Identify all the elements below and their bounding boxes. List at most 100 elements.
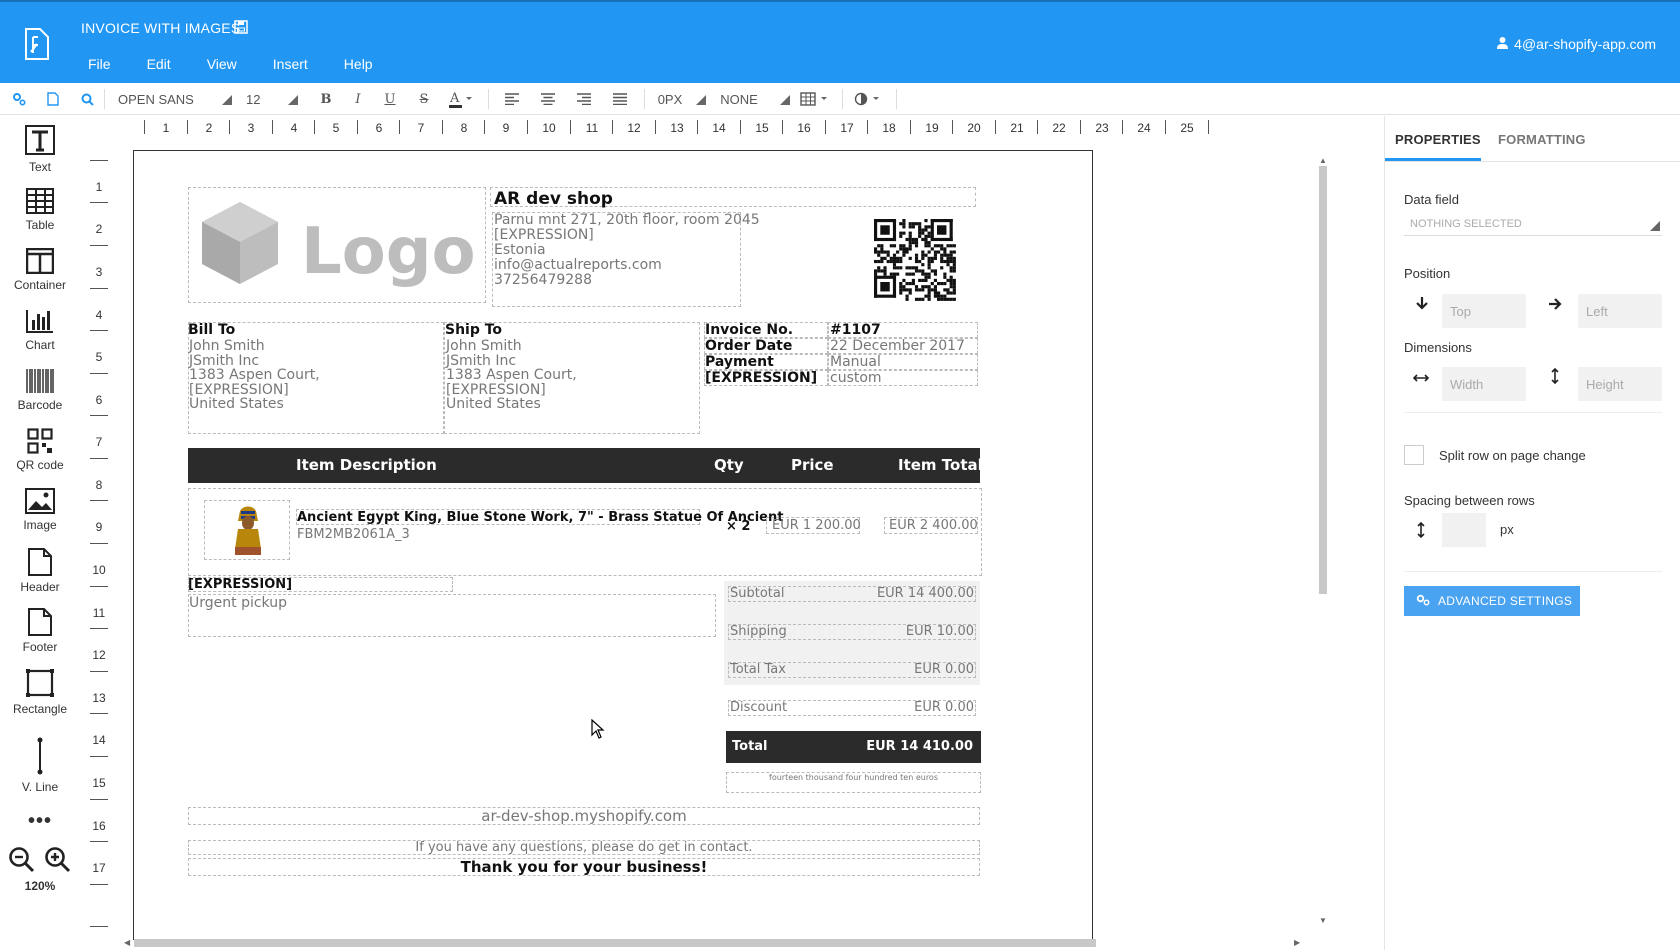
product-image[interactable] [204,500,290,560]
meta-value: 22 December 2017 [830,338,965,354]
ruler-tick [90,500,108,501]
advanced-settings-button[interactable]: ADVANCED SETTINGS [1404,586,1580,616]
address-line: JSmith Inc [189,352,260,369]
menu-help[interactable]: Help [344,56,373,72]
left-input[interactable]: Left [1578,294,1662,328]
tab-properties[interactable]: PROPERTIES [1395,132,1481,147]
tool-rectangle[interactable]: Rectangle [0,668,80,716]
total-value: EUR 14 400.00 [876,586,974,601]
width-input[interactable]: Width [1442,367,1526,401]
ruler-tick [1037,120,1038,134]
tool-barcode[interactable]: Barcode [0,368,80,412]
menu-insert[interactable]: Insert [273,56,308,72]
bold-icon[interactable]: B [316,83,336,115]
tool-container[interactable]: Container [0,248,80,292]
tool-table[interactable]: Table [0,188,80,232]
header-qty: Qty [714,456,744,474]
tool-qr-code[interactable]: QR code [0,428,80,472]
search-icon[interactable] [78,83,96,115]
zoom-level: 120% [24,879,56,893]
border-dropdown-icon[interactable] [780,95,790,105]
page-icon[interactable] [44,83,62,115]
grand-total-row[interactable]: Total EUR 14 410.00 [726,731,981,763]
logo-text: Logo [301,215,476,289]
border-select[interactable]: NONE [714,83,764,115]
user-email: 4@ar-shopify-app.com [1514,36,1656,52]
top-input[interactable]: Top [1442,294,1526,328]
padding-value: 0PX [657,91,683,107]
meta-value: Manual [830,354,881,370]
tool-text[interactable]: Text [0,124,80,174]
totals-table[interactable]: Subtotal EUR 14 400.00 Shipping EUR 10.00 To… [724,581,980,831]
menu-view[interactable]: View [207,56,237,72]
design-canvas[interactable]: Logo AR dev shop Parnu mnt 271, 20th flo… [124,150,1324,940]
ruler-tick [90,841,108,842]
padding-select[interactable]: 0PX [650,83,690,115]
font-family-select[interactable]: OPEN SANS [110,83,220,115]
ruler-tick [910,120,911,134]
zoom-out-icon[interactable] [8,846,36,878]
tool-image[interactable]: Image [0,488,80,532]
report-page[interactable]: Logo AR dev shop Parnu mnt 271, 20th flo… [133,150,1093,940]
vertical-scroll-thumb[interactable] [1319,166,1327,594]
advanced-settings-label: ADVANCED SETTINGS [1438,594,1573,608]
spacing-unit: px [1500,522,1514,537]
vertical-scrollbar[interactable]: ▲ ▼ [1318,156,1328,936]
zoom-in-icon[interactable] [44,846,72,878]
app-logo-icon[interactable] [16,24,56,64]
italic-icon[interactable]: I [348,83,368,115]
vertical-ruler: 1 2 3 4 5 6 7 8 9 10 11 12 13 14 15 16 17 [84,150,124,950]
ruler-top-number: 19 [925,121,939,135]
align-left-icon[interactable] [502,83,522,115]
font-dropdown-icon[interactable] [222,95,232,105]
size-dropdown-icon[interactable] [288,95,298,105]
align-right-icon[interactable] [574,83,594,115]
tab-formatting[interactable]: FORMATTING [1498,132,1586,147]
menu-bar: File Edit View Insert Help [88,56,409,74]
tool-header[interactable]: Header [0,548,80,594]
menu-file[interactable]: File [88,56,111,72]
strikethrough-icon[interactable]: S [414,83,434,115]
invoice-meta-table[interactable]: Invoice No. #1107 Order Date 22 December 20… [704,322,978,387]
ruler-top-number: 20 [967,121,981,135]
justify-icon[interactable] [610,83,630,115]
horizontal-scrollbar[interactable]: ◀ ▶ [124,938,1314,948]
scroll-down-icon[interactable]: ▼ [1318,916,1328,925]
document-title[interactable]: INVOICE WITH IMAGES [81,20,240,36]
split-row-checkbox[interactable] [1404,445,1424,465]
height-input[interactable]: Height [1578,367,1662,401]
statue-image [235,506,261,555]
horizontal-scroll-thumb[interactable] [134,939,1096,947]
logo-placeholder[interactable]: Logo [188,187,486,303]
table-border-icon[interactable] [798,83,832,115]
section-divider [1404,412,1662,413]
ruler-tick [867,120,868,134]
scroll-left-icon[interactable]: ◀ [124,938,130,947]
tool-footer[interactable]: Footer [0,608,80,654]
user-account[interactable]: 4@ar-shopify-app.com [1497,36,1656,52]
total-label: Total Tax [730,662,786,677]
font-size-select[interactable]: 12 [238,83,278,115]
more-icon[interactable]: ••• [0,811,80,831]
ruler-left-number: 8 [95,478,103,492]
data-field-select[interactable]: NOTHING SELECTED [1404,212,1662,236]
contrast-icon[interactable] [852,83,886,115]
tool-chart[interactable]: Chart [0,308,80,352]
save-icon[interactable] [234,20,248,34]
font-color-icon[interactable]: A [446,83,476,115]
spacing-input[interactable] [1442,513,1486,547]
align-center-icon[interactable] [538,83,558,115]
scroll-right-icon[interactable]: ▶ [1294,938,1300,947]
tool-vertical-line[interactable]: V. Line [0,736,80,794]
qr-code-image[interactable] [874,219,956,301]
ruler-tick [90,245,108,246]
scroll-up-icon[interactable]: ▲ [1318,156,1328,165]
questions-text: If you have any questions, please do get… [415,840,753,855]
rectangle-icon [0,668,80,698]
settings-icon[interactable] [10,83,28,115]
ruler-tick [1165,120,1166,134]
underline-icon[interactable]: U [380,83,400,115]
menu-edit[interactable]: Edit [147,56,171,72]
padding-dropdown-icon[interactable] [696,95,706,105]
item-table-header[interactable]: Item Description Qty Price Item Total [188,448,983,483]
